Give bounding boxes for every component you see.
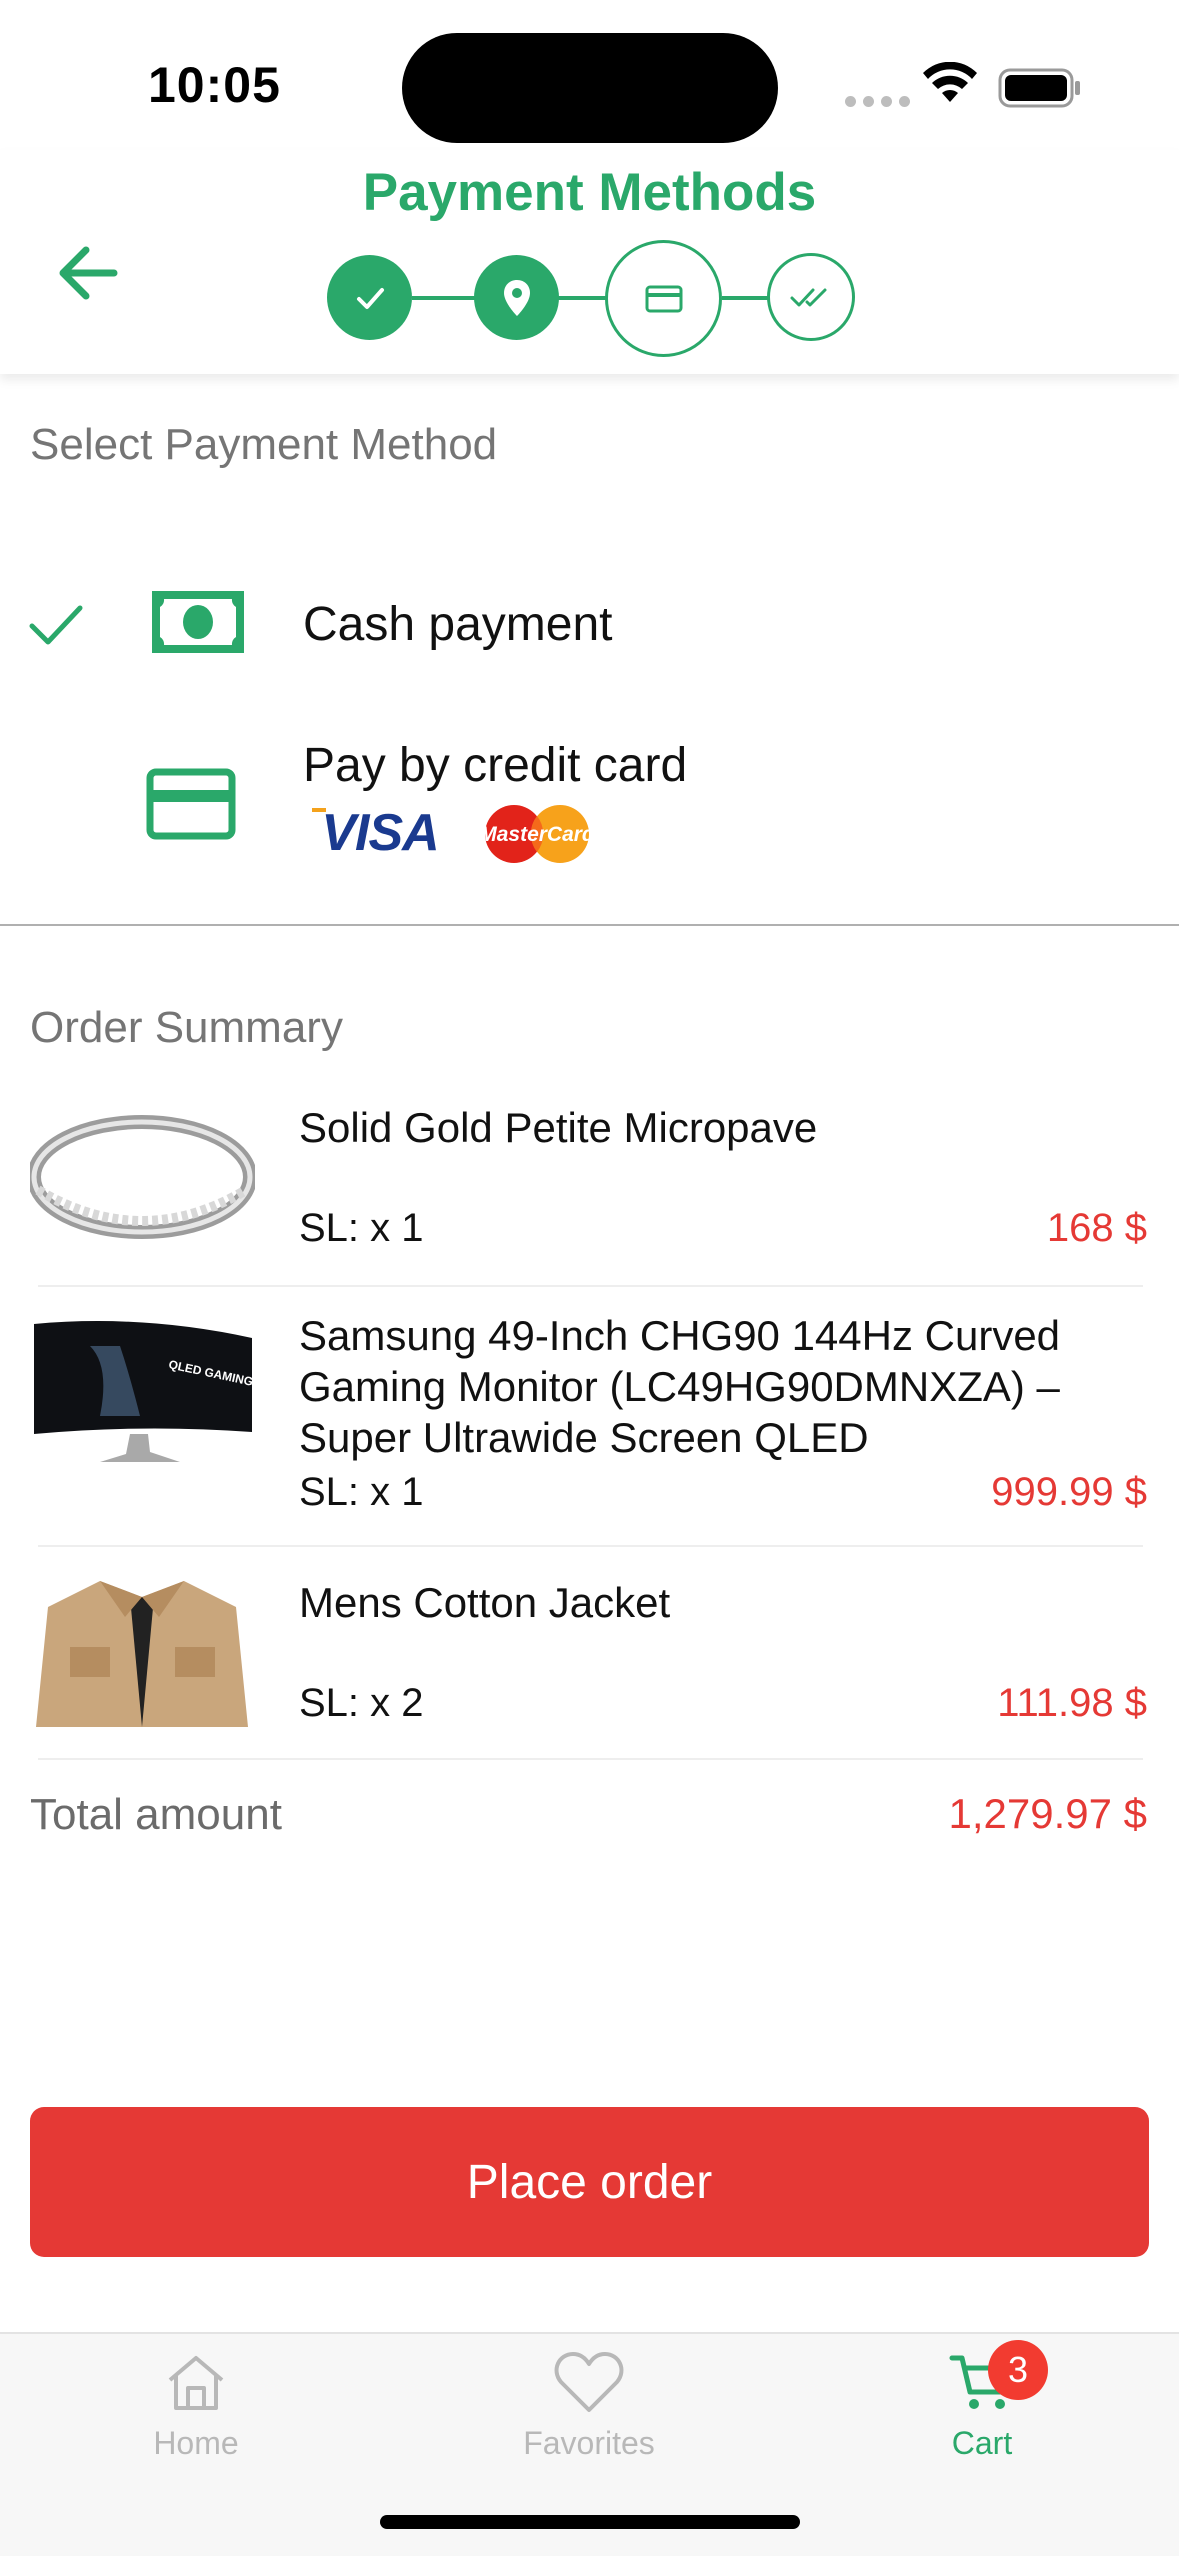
step-connector	[412, 296, 476, 300]
item-price: 111.98 $	[997, 1681, 1147, 1725]
status-time: 10:05	[148, 57, 281, 113]
item-name: Mens Cotton Jacket	[299, 1579, 671, 1626]
total-amount-label: Total amount	[30, 1790, 282, 1839]
item-name: Samsung 49-Inch CHG90 144Hz Curved Gamin…	[299, 1312, 1061, 1461]
tab-home[interactable]: Home	[76, 2350, 316, 2490]
cash-icon	[152, 591, 244, 653]
mastercard-logo: MasterCard	[479, 805, 596, 863]
header-bar: Payment Methods	[0, 150, 1179, 374]
ring-image	[30, 1102, 255, 1252]
item-separator	[38, 1758, 1143, 1760]
checkout-stepper	[0, 150, 1179, 374]
visa-brand-text: VISA	[321, 806, 438, 856]
mastercard-brand-text: MasterCard	[479, 823, 596, 846]
status-bar: 10:05	[0, 0, 1179, 150]
section-divider	[0, 924, 1179, 926]
item-name: Solid Gold Petite Micropave	[299, 1104, 818, 1151]
payment-option-cash[interactable]: Cash payment	[0, 565, 1179, 685]
order-item: Mens Cotton Jacket SL: x 2 111.98 $	[0, 1565, 1179, 1765]
double-check-icon	[790, 288, 827, 307]
checkout-screen: 10:05 Payment Methods Select Payment Met…	[0, 0, 1179, 2556]
step-confirm	[767, 253, 855, 341]
credit-card-icon	[645, 285, 682, 312]
tab-cart[interactable]: Cart	[862, 2350, 1102, 2490]
step-cart-done	[327, 255, 412, 340]
step-connector	[722, 296, 772, 300]
place-order-button[interactable]: Place order	[30, 2107, 1149, 2257]
item-separator	[38, 1285, 1143, 1287]
location-pin-icon	[503, 279, 530, 316]
payment-option-label: Cash payment	[303, 598, 613, 651]
jacket-image	[30, 1577, 255, 1727]
heart-icon	[554, 2352, 624, 2412]
credit-card-icon	[146, 768, 236, 840]
selected-check-icon	[29, 605, 83, 645]
home-icon	[168, 2356, 224, 2410]
item-separator	[38, 1545, 1143, 1547]
cellular-signal-icon	[845, 96, 910, 107]
order-item: Solid Gold Petite Micropave SL: x 1 168 …	[0, 1090, 1179, 1280]
tab-label: Cart	[951, 2425, 1013, 2461]
home-indicator[interactable]	[380, 2515, 800, 2529]
item-quantity: SL: x 1	[299, 1470, 424, 1514]
monitor-image: QLED GAMING MONITOR	[30, 1316, 255, 1476]
battery-icon	[998, 68, 1080, 108]
step-address-done	[474, 255, 559, 340]
order-section-title: Order Summary	[30, 1003, 343, 1052]
check-icon	[356, 287, 384, 309]
item-price: 168 $	[1046, 1206, 1147, 1250]
tab-label: Home	[153, 2425, 239, 2461]
step-connector	[558, 296, 608, 300]
item-quantity: SL: x 2	[299, 1681, 424, 1725]
tab-favorites[interactable]: Favorites	[469, 2350, 709, 2490]
total-amount-value: 1,279.97 $	[948, 1790, 1147, 1837]
dynamic-island	[402, 33, 778, 143]
cart-count-badge: 3	[988, 2340, 1048, 2400]
order-item: QLED GAMING MONITOR Samsung 49-Inch CHG9…	[0, 1310, 1179, 1530]
wifi-icon	[923, 62, 977, 102]
item-quantity: SL: x 1	[299, 1206, 424, 1250]
payment-option-credit-card[interactable]: Pay by credit card VISA MasterCard	[0, 720, 1179, 880]
item-price: 999.99 $	[991, 1470, 1147, 1514]
payment-section-title: Select Payment Method	[30, 420, 498, 469]
tab-label: Favorites	[523, 2425, 655, 2461]
payment-option-label: Pay by credit card	[303, 739, 688, 792]
step-payment-current	[605, 240, 722, 357]
visa-logo: VISA	[312, 806, 440, 856]
